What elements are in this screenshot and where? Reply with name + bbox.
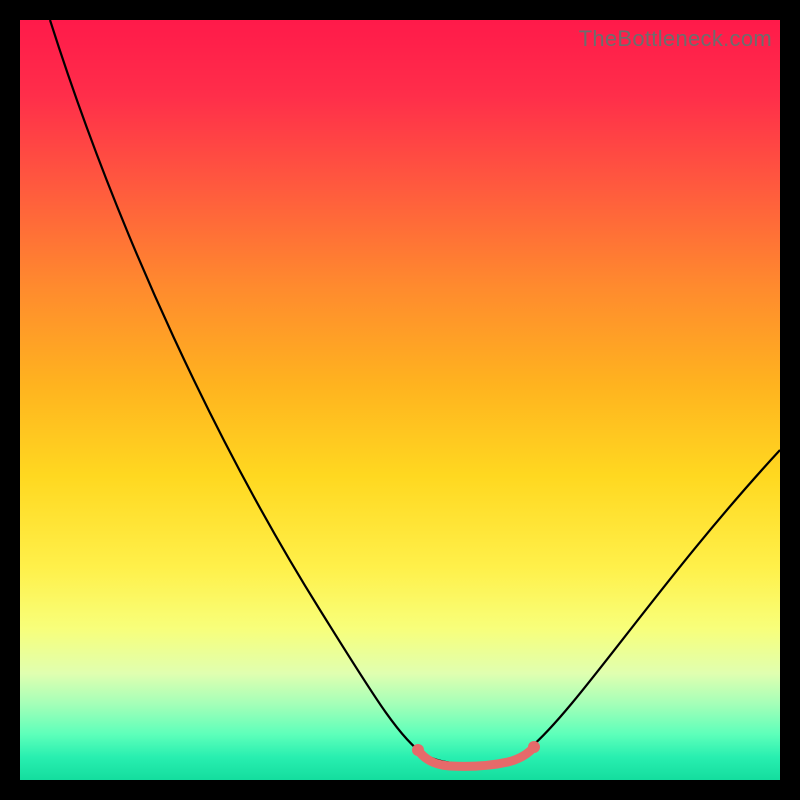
bottleneck-curve-path: [50, 20, 780, 764]
valley-dot-right: [528, 741, 540, 753]
bottleneck-chart: [20, 20, 780, 780]
chart-frame: TheBottleneck.com: [20, 20, 780, 780]
valley-highlight-path: [418, 747, 534, 766]
valley-dot-left: [412, 744, 424, 756]
